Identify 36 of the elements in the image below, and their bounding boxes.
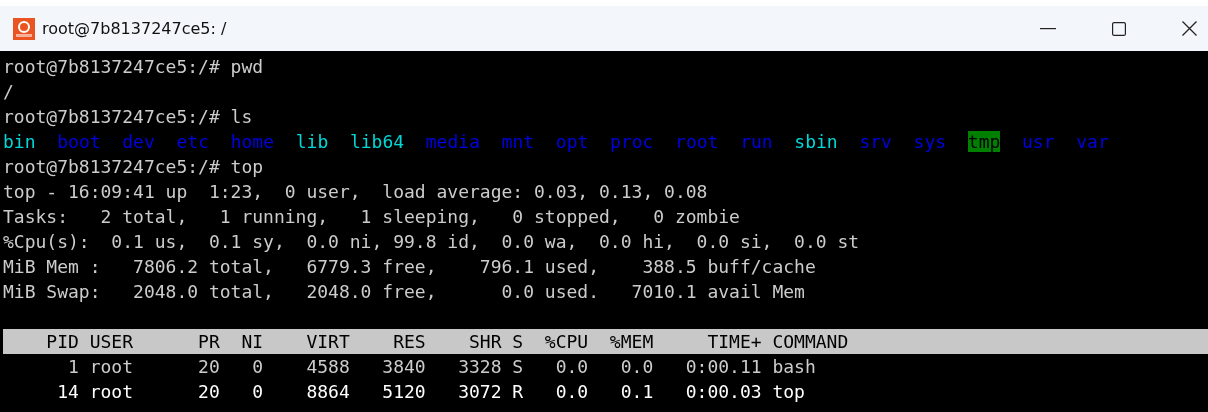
terminal-line: Tasks: 2 total, 1 running, 1 sleeping, 0 stopped, 0 zombie [3,206,740,227]
file-name: root [675,131,719,152]
file-name: var [1076,131,1109,152]
process-row-text: 1 root 20 0 4588 3840 3328 S 0.0 0.0 0:00.11 bash [67,356,816,377]
file-name: usr [1022,131,1055,152]
file-name: lib64 [349,131,405,152]
file-name: run [740,131,773,152]
file-name: bin [3,131,36,152]
file-name: etc [176,131,209,152]
file-name: tmp [967,131,1001,152]
window-title: root@7b8137247ce5: / [42,19,227,38]
terminal-line: root@7b8137247ce5:/# ls [3,106,253,127]
terminal-line: top - 16:09:41 up 1:23, 0 user, load average: 0.03, 0.13, 0.08 [3,181,708,202]
terminal-line: MiB Swap: 2048.0 total, 2048.0 free, 0.0 used. 7010.1 avail Mem [3,281,805,302]
app-icon [13,17,35,40]
file-name: srv [859,131,892,152]
terminal-line: MiB Mem : 7806.2 total, 6779.3 free, 796.1 used, 388.5 buff/cache [3,256,816,277]
file-name: dev [122,131,155,152]
file-name: proc [610,131,654,152]
process-table-header: PID USER PR NI VIRT RES SHR S %CPU %MEM TIME+ COMMAND [3,329,1208,354]
file-name: boot [57,131,101,152]
file-name: mnt [501,131,535,152]
maximize-icon[interactable] [1112,21,1126,36]
terminal-line: / [3,81,14,102]
close-icon[interactable] [1182,21,1197,36]
terminal-line: %Cpu(s): 0.1 us, 0.1 sy, 0.0 ni, 99.8 id, 0.0 wa, 0.0 hi, 0.0 si, 0.0 st [3,231,860,252]
file-name: sys [913,131,947,152]
terminal-line: root@7b8137247ce5:/# pwd [3,56,264,77]
file-name: opt [555,131,589,152]
file-name: lib [295,131,329,152]
terminal-line: root@7b8137247ce5:/# top [3,156,264,177]
process-row-text: 14 root 20 0 8864 5120 3072 R 0.0 0.1 0:00.03 top [56,381,805,402]
file-name: sbin [794,131,838,152]
file-name: home [230,131,274,152]
minimize-icon[interactable] [1040,27,1056,30]
file-name: media [425,131,480,152]
